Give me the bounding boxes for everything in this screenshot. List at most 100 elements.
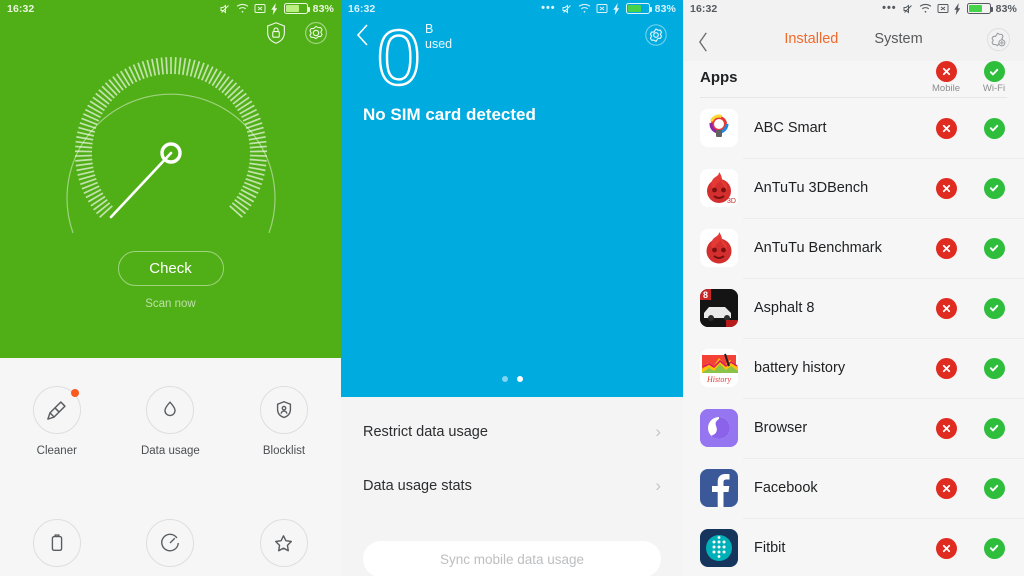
mute-icon: [219, 3, 231, 15]
app-name: AnTuTu 3DBench: [754, 180, 869, 196]
data-amount: 0: [376, 13, 422, 101]
battery-percent: 83%: [654, 2, 676, 15]
mute-icon: [902, 3, 914, 15]
wifi-allow-icon[interactable]: [983, 357, 1005, 379]
page-dot[interactable]: [501, 376, 508, 382]
chevron-right-icon: ›: [655, 476, 661, 495]
app-settings-icon[interactable]: [986, 27, 1011, 52]
row-toggles: [922, 537, 1018, 559]
back-button[interactable]: [355, 22, 371, 53]
mobile-deny-icon[interactable]: [935, 537, 957, 559]
wifi-icon: [236, 3, 249, 14]
row-toggles: [922, 297, 1018, 319]
shield-user-icon: [259, 386, 308, 434]
mobile-deny-icon[interactable]: [935, 297, 957, 319]
sync-mobile-data-button[interactable]: Sync mobile data usage: [363, 541, 661, 576]
page-dot-active[interactable]: [516, 376, 523, 382]
tab-installed[interactable]: Installed: [784, 31, 838, 47]
settings-gear-icon[interactable]: [643, 22, 669, 48]
status-bar-light: 16:32 ••• 83%: [683, 0, 1024, 17]
status-bar-time: 16:32: [690, 2, 718, 15]
charging-bolt-icon: [612, 2, 621, 15]
data-unit: B: [425, 22, 434, 36]
column-label: Wi-Fi: [982, 83, 1006, 94]
mute-icon: [561, 3, 573, 15]
table-row[interactable]: Browser: [683, 398, 1024, 458]
more-dots-icon: •••: [541, 2, 556, 14]
wifi-allow-icon[interactable]: [983, 477, 1005, 499]
tool-blocklist[interactable]: Blocklist: [227, 376, 341, 457]
app-name: Browser: [754, 420, 808, 436]
wifi-allow-icon[interactable]: [983, 177, 1005, 199]
scan-now-label: Scan now: [145, 298, 196, 310]
security-hero: 16:32 83% Check Scan now: [0, 0, 341, 358]
item-label: Restrict data usage: [363, 424, 488, 440]
battery-icon: [625, 3, 652, 14]
table-row[interactable]: AnTuTu Benchmark: [683, 218, 1024, 278]
battery-icon: [283, 3, 310, 14]
mobile-deny-icon[interactable]: [935, 177, 957, 199]
svg-text:8: 8: [703, 290, 708, 300]
gauge-needle: [109, 142, 182, 219]
column-label: Mobile: [932, 83, 960, 94]
column-mobile: Mobile: [922, 61, 970, 94]
check-button[interactable]: Check: [117, 251, 224, 286]
fitbit-icon: [700, 529, 738, 567]
wifi-allow-icon[interactable]: [983, 297, 1005, 319]
facebook-icon: [700, 469, 738, 507]
restrict-data-usage-item[interactable]: Restrict data usage ›: [363, 405, 661, 459]
tool-permissions[interactable]: Permissions: [227, 509, 341, 576]
battery-percent: 83%: [995, 2, 1017, 15]
tool-label: Cleaner: [36, 445, 77, 457]
mobile-deny-icon[interactable]: [935, 417, 957, 439]
mobile-deny-icon[interactable]: [935, 357, 957, 379]
row-toggles: [922, 417, 1018, 439]
mobile-deny-icon[interactable]: [935, 117, 957, 139]
table-row[interactable]: 3D AnTuTu 3DBench: [683, 158, 1024, 218]
settings-gear-icon[interactable]: [303, 20, 329, 46]
more-dots-icon: •••: [882, 2, 897, 14]
apps-columns: Mobile Wi-Fi: [922, 61, 1018, 94]
table-row[interactable]: Fitbit: [683, 518, 1024, 576]
wifi-icon: [919, 3, 932, 14]
data-usage-stats-item[interactable]: Data usage stats ›: [363, 459, 661, 513]
wifi-icon: [578, 3, 591, 14]
status-bar-blue: 16:32 ••• 83%: [341, 0, 683, 17]
tool-virus-scan[interactable]: Virus scan: [114, 509, 228, 576]
wifi-allow-icon[interactable]: [983, 537, 1005, 559]
table-row[interactable]: 8 Asphalt 8: [683, 278, 1024, 338]
status-bar-time: 16:32: [7, 2, 35, 15]
table-row[interactable]: History battery history: [683, 338, 1024, 398]
tool-data-usage[interactable]: Data usage: [114, 376, 228, 457]
tab-system[interactable]: System: [874, 31, 922, 47]
wifi-allow-icon[interactable]: [983, 117, 1005, 139]
app-name: Facebook: [754, 480, 818, 496]
wifi-allow-icon[interactable]: [983, 237, 1005, 259]
deny-icon[interactable]: [935, 61, 957, 82]
shield-lock-icon[interactable]: [263, 20, 289, 46]
apps-tabs: Installed System: [784, 31, 922, 47]
no-sim-status: No SIM card detected: [363, 105, 536, 124]
droplet-icon: [146, 386, 195, 434]
row-toggles: [922, 177, 1018, 199]
tool-cleaner[interactable]: Cleaner: [0, 376, 114, 457]
status-bar-green: 16:32 83%: [0, 0, 341, 17]
mobile-deny-icon[interactable]: [935, 477, 957, 499]
abc-smart-icon: [700, 109, 738, 147]
table-row[interactable]: ABC Smart: [683, 98, 1024, 158]
apps-network-panel: 16:32 ••• 83% Installed System Apps Mobi…: [683, 0, 1024, 576]
table-row[interactable]: Facebook: [683, 458, 1024, 518]
status-bar-time: 16:32: [348, 2, 376, 15]
battery-icon: [966, 3, 993, 14]
three-panel-screenshot: 16:32 83% Check Scan now Cleaner Data us…: [0, 0, 1024, 576]
wifi-allow-icon[interactable]: [983, 417, 1005, 439]
tools-row-2: Battery 83% Virus scan: [0, 509, 341, 576]
mobile-deny-icon[interactable]: [935, 237, 957, 259]
svg-text:3D: 3D: [727, 198, 736, 205]
tool-battery[interactable]: Battery 83%: [0, 509, 114, 576]
back-button[interactable]: [697, 31, 710, 58]
allow-icon[interactable]: [983, 61, 1005, 82]
sim-missing-icon: [596, 3, 608, 14]
column-wifi: Wi-Fi: [970, 61, 1018, 94]
apps-list[interactable]: ABC Smart 3D AnTuTu 3DBench AnTuTu Bench…: [683, 98, 1024, 576]
